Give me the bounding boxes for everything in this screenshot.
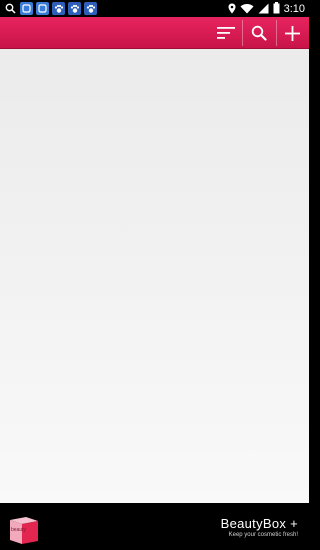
wifi-icon	[240, 0, 254, 18]
banner-title: BeautyBox +	[220, 516, 298, 531]
bottom-banner[interactable]: beauty BeautyBox + Keep your cosmetic fr…	[0, 503, 309, 550]
app-bar	[0, 17, 309, 49]
sort-icon	[216, 27, 235, 39]
add-button[interactable]	[276, 17, 309, 49]
app-notification-icon	[20, 2, 33, 15]
add-icon	[285, 25, 300, 41]
search-icon	[251, 25, 267, 41]
system-tray: 3:10	[228, 0, 305, 18]
signal-icon	[258, 0, 269, 18]
banner-tagline: Keep your cosmetic fresh!	[228, 532, 298, 538]
location-icon	[228, 0, 236, 18]
content-area	[0, 49, 309, 503]
sort-button[interactable]	[209, 17, 242, 49]
notification-area	[4, 2, 97, 15]
paw-icon	[84, 2, 97, 15]
status-bar: 3:10	[0, 0, 309, 17]
search-button[interactable]	[242, 17, 275, 49]
app-notification-icon	[36, 2, 49, 15]
svg-text:beauty: beauty	[11, 527, 27, 533]
search-icon	[4, 2, 17, 15]
beautybox-logo-icon: beauty	[7, 513, 41, 546]
battery-icon	[273, 0, 280, 18]
status-clock: 3:10	[283, 2, 305, 15]
paw-icon	[52, 2, 65, 15]
paw-icon	[68, 2, 81, 15]
